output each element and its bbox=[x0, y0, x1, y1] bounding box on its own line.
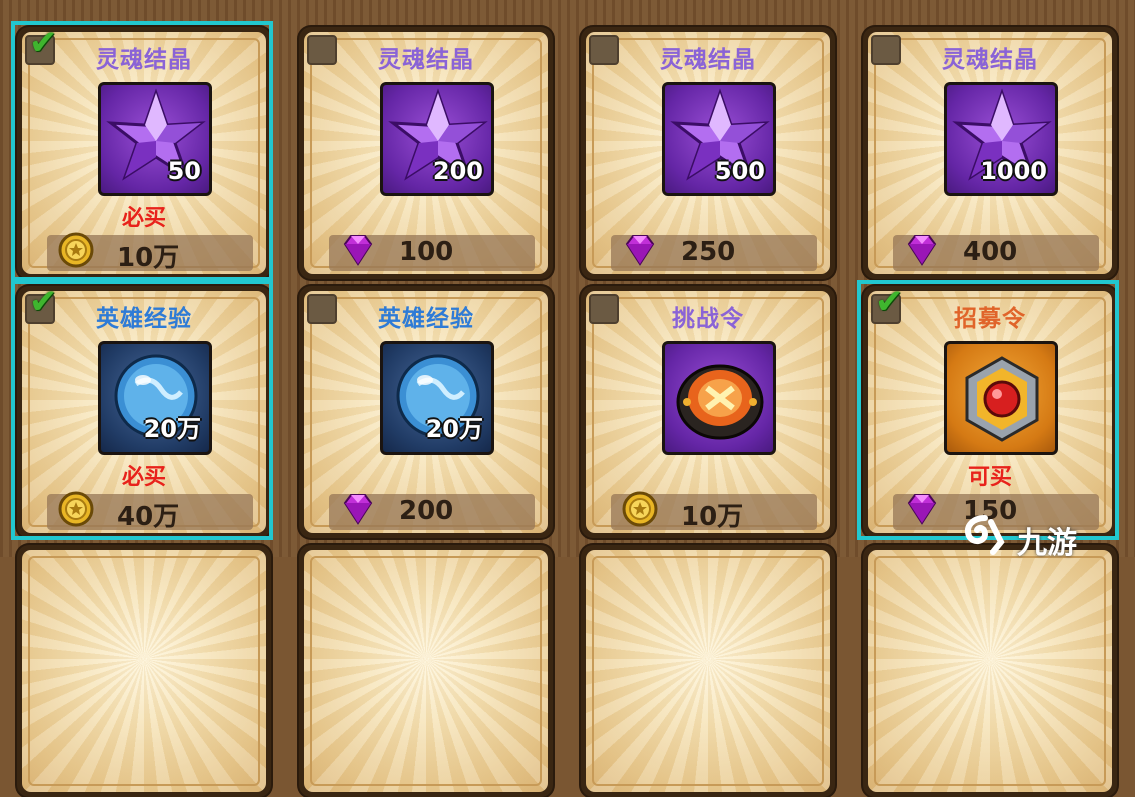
item-quantity: 20万 bbox=[425, 415, 483, 443]
item-quantity: 20万 bbox=[143, 415, 201, 443]
price-bar[interactable]: 10万 bbox=[611, 491, 817, 532]
item-quantity: 1000 bbox=[980, 157, 1047, 185]
soul-crystal-icon[interactable]: 200 bbox=[380, 82, 494, 196]
price-value: 10万 bbox=[117, 243, 180, 273]
item-title: 灵魂结晶 bbox=[660, 47, 756, 73]
watermark: 九游 bbox=[955, 512, 1135, 561]
hero-exp-orb-icon[interactable]: 20万 bbox=[380, 341, 494, 455]
price-value: 10万 bbox=[681, 502, 744, 532]
shop-item-card[interactable] bbox=[17, 545, 271, 797]
shop-item-card[interactable]: 灵魂结晶 200 100 bbox=[299, 27, 553, 279]
shop-item-card[interactable]: 灵魂结晶 1000 400 bbox=[863, 27, 1117, 279]
price-bar[interactable]: 100 bbox=[329, 235, 535, 271]
shop-item-card[interactable]: ✔ 灵魂结晶 50 必买 10万 bbox=[17, 25, 271, 279]
challenge-token-icon[interactable] bbox=[662, 341, 776, 455]
item-title: 灵魂结晶 bbox=[378, 47, 474, 73]
item-title: 灵魂结晶 bbox=[96, 47, 192, 73]
item-quantity: 200 bbox=[432, 157, 483, 185]
shop-item-card[interactable]: 英雄经验 20万 200 bbox=[299, 286, 553, 538]
card-background bbox=[304, 550, 548, 792]
item-title: 招募令 bbox=[954, 306, 1026, 332]
diamond-icon bbox=[621, 231, 659, 269]
diamond-icon bbox=[339, 490, 377, 528]
item-title: 英雄经验 bbox=[378, 306, 474, 332]
price-bar[interactable]: 200 bbox=[329, 494, 535, 530]
shop-item-card[interactable]: ✔ 招募令 可买 150 bbox=[863, 284, 1117, 538]
recruit-token-icon[interactable] bbox=[944, 341, 1058, 455]
card-frame bbox=[592, 556, 824, 786]
shop-item-card[interactable]: ✔ 英雄经验 20万 必买 40万 bbox=[17, 284, 271, 538]
price-value: 250 bbox=[681, 237, 736, 267]
purchase-note: 必买 bbox=[121, 206, 166, 231]
price-value: 400 bbox=[963, 237, 1018, 267]
gold-coin-icon bbox=[621, 490, 659, 528]
gold-coin-icon bbox=[57, 231, 95, 269]
soul-crystal-icon[interactable]: 50 bbox=[98, 82, 212, 196]
card-frame bbox=[874, 556, 1106, 786]
card-frame bbox=[28, 556, 260, 786]
shop-item-card[interactable] bbox=[863, 545, 1117, 797]
hero-exp-orb-icon[interactable]: 20万 bbox=[98, 341, 212, 455]
card-background bbox=[22, 550, 266, 792]
item-quantity: 500 bbox=[714, 157, 765, 185]
diamond-icon bbox=[903, 231, 941, 269]
price-bar[interactable]: 400 bbox=[893, 235, 1099, 271]
shop-item-card[interactable] bbox=[299, 545, 553, 797]
purchase-note: 可买 bbox=[967, 465, 1012, 490]
card-background bbox=[868, 550, 1112, 792]
diamond-icon bbox=[339, 231, 377, 269]
price-bar[interactable]: 10万 bbox=[47, 232, 253, 273]
item-title: 挑战令 bbox=[672, 306, 744, 332]
shop-item-card[interactable]: 灵魂结晶 500 250 bbox=[581, 27, 835, 279]
purchase-note: 必买 bbox=[121, 465, 166, 490]
soul-crystal-icon[interactable]: 1000 bbox=[944, 82, 1058, 196]
item-title: 灵魂结晶 bbox=[942, 47, 1038, 73]
price-value: 200 bbox=[399, 496, 454, 526]
shop-item-card[interactable]: 挑战令 10万 bbox=[581, 286, 835, 538]
diamond-icon bbox=[903, 490, 941, 528]
shop-item-card[interactable] bbox=[581, 545, 835, 797]
soul-crystal-icon[interactable]: 500 bbox=[662, 82, 776, 196]
gold-coin-icon bbox=[57, 490, 95, 528]
item-quantity: 50 bbox=[167, 157, 201, 185]
price-bar[interactable]: 40万 bbox=[47, 491, 253, 532]
jiuyou-logo-icon bbox=[965, 515, 1005, 555]
card-background bbox=[586, 550, 830, 792]
watermark-text: 九游 bbox=[1017, 526, 1077, 561]
price-value: 100 bbox=[399, 237, 454, 267]
item-title: 英雄经验 bbox=[96, 306, 192, 332]
card-frame bbox=[310, 556, 542, 786]
price-bar[interactable]: 250 bbox=[611, 235, 817, 271]
price-value: 40万 bbox=[117, 502, 180, 532]
